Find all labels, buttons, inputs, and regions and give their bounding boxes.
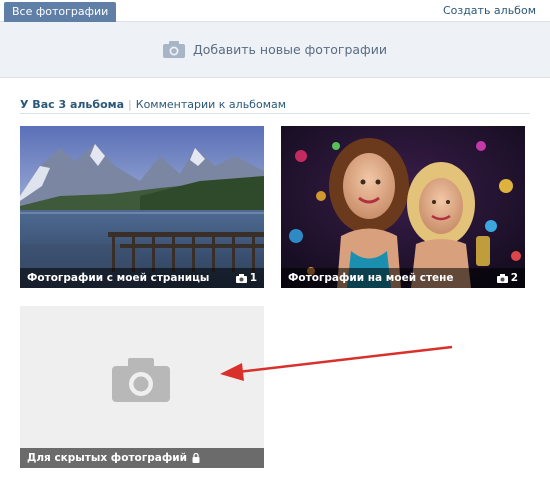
red-arrow-annotation (220, 345, 453, 381)
